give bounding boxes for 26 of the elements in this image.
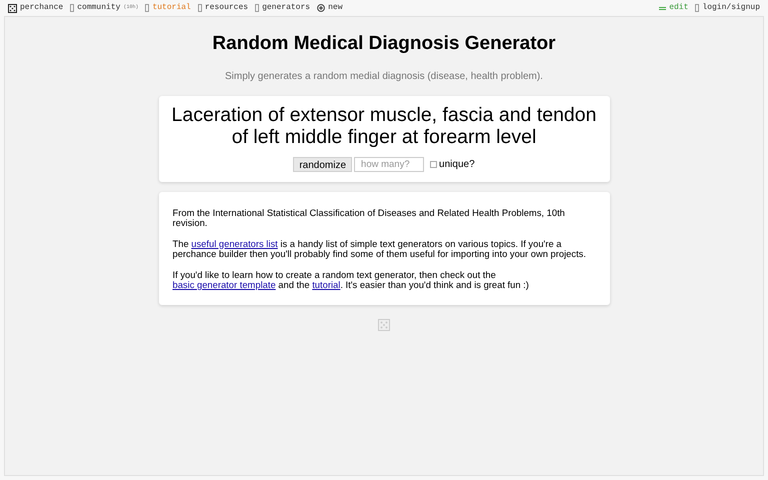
dice-icon	[378, 318, 390, 330]
unique-label: unique?	[439, 158, 475, 172]
info-paragraph: If you'd like to learn how to create a random text generator, then check out the basic generator template and the tutorial. It's easier than you'd think and is great fun :)	[172, 270, 530, 290]
box-icon	[695, 4, 700, 12]
dice-icon	[8, 4, 17, 12]
plus-icon	[317, 4, 326, 12]
nav-link[interactable]: generators	[255, 2, 310, 14]
box-icon	[145, 4, 150, 12]
diagnosis-text: Laceration of extensor muscle, fascia and tendon of left middle finger at forearm level	[170, 104, 598, 148]
text-link[interactable]: basic generator template	[172, 279, 276, 290]
box-icon	[70, 4, 74, 12]
nav-link[interactable]: new	[317, 2, 342, 14]
box-icon	[198, 4, 202, 12]
info-paragraph: The useful generators list is a handy list of simple text generators on various topics. If you're a perchance builder then you'll probably find some of them useful for importing into your own projects.	[172, 238, 587, 260]
page-title: Random Medical Diagnosis Generator	[212, 32, 556, 56]
subtitle: Simply generates a random medial diagnosis (disease, health problem).	[225, 70, 543, 84]
nav-link[interactable]: login/signup	[695, 2, 760, 14]
nav-link[interactable]: perchance	[8, 2, 64, 14]
nav-link[interactable]: resources	[198, 2, 248, 14]
box-icon	[255, 4, 260, 12]
randomize-button[interactable]: randomize	[293, 156, 352, 172]
count-field[interactable]: how many?	[354, 156, 424, 172]
info-paragraph: From the International Statistical Classification of Diseases and Related Health Problems, 10th revision.	[172, 208, 566, 228]
text-link[interactable]: useful generators list	[191, 238, 278, 248]
text-link[interactable]: tutorial	[312, 279, 340, 290]
unique-checkbox[interactable]	[430, 160, 438, 168]
